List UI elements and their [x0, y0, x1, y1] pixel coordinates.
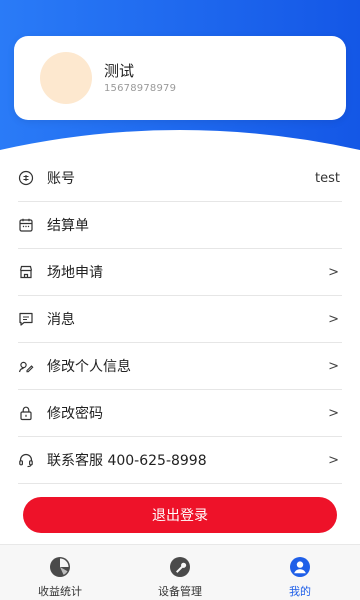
menu-item-account[interactable]: 账号 test — [18, 155, 342, 202]
menu-item-venue-application[interactable]: 场地申请 > — [18, 249, 342, 296]
logout-button[interactable]: 退出登录 — [23, 497, 337, 533]
tab-mine[interactable]: 我的 — [240, 545, 360, 600]
menu-item-label: 修改密码 — [47, 406, 103, 422]
profile-phone: 15678978979 — [104, 83, 177, 94]
pie-chart-icon — [49, 556, 71, 578]
menu-item-customer-service[interactable]: 联系客服 400-625-8998 > — [18, 437, 342, 484]
menu-item-label: 场地申请 — [47, 265, 103, 281]
tab-label: 收益统计 — [38, 585, 82, 598]
account-value: test — [315, 170, 340, 186]
chevron-right-icon: > — [328, 452, 339, 468]
headset-icon — [18, 452, 34, 468]
bottom-tab-bar: 收益统计 设备管理 我的 — [0, 544, 360, 600]
tab-revenue-stats[interactable]: 收益统计 — [0, 545, 120, 600]
tab-device-management[interactable]: 设备管理 — [120, 545, 240, 600]
profile-card[interactable]: 测试 15678978979 — [14, 36, 346, 120]
profile-name: 测试 — [104, 62, 135, 80]
chevron-right-icon: > — [328, 358, 339, 374]
tab-label: 设备管理 — [158, 585, 202, 598]
user-icon — [289, 556, 311, 578]
menu-item-label: 修改个人信息 — [47, 359, 131, 375]
settings-menu: 账号 test 结算单 场地申请 > 消息 > 修改个人信息 > 修改密码 > … — [18, 155, 342, 484]
message-icon — [18, 311, 34, 327]
tab-label: 我的 — [289, 585, 311, 598]
calendar-icon — [18, 217, 34, 233]
avatar[interactable] — [40, 52, 92, 104]
menu-item-label: 消息 — [47, 312, 75, 328]
menu-item-label: 联系客服 400-625-8998 — [47, 453, 207, 469]
menu-item-settlement[interactable]: 结算单 — [18, 202, 342, 249]
profile-page: 测试 15678978979 账号 test 结算单 场地申请 > 消息 > 修… — [0, 0, 360, 600]
chevron-right-icon: > — [328, 311, 339, 327]
edit-profile-icon — [18, 358, 34, 374]
lock-icon — [18, 405, 34, 421]
menu-item-label: 账号 — [47, 171, 75, 187]
menu-item-label: 结算单 — [47, 218, 89, 234]
chevron-right-icon: > — [328, 405, 339, 421]
menu-item-messages[interactable]: 消息 > — [18, 296, 342, 343]
chevron-right-icon: > — [328, 264, 339, 280]
wrench-icon — [169, 556, 191, 578]
menu-item-edit-profile[interactable]: 修改个人信息 > — [18, 343, 342, 390]
store-icon — [18, 264, 34, 280]
coin-icon — [18, 170, 34, 186]
menu-item-change-password[interactable]: 修改密码 > — [18, 390, 342, 437]
